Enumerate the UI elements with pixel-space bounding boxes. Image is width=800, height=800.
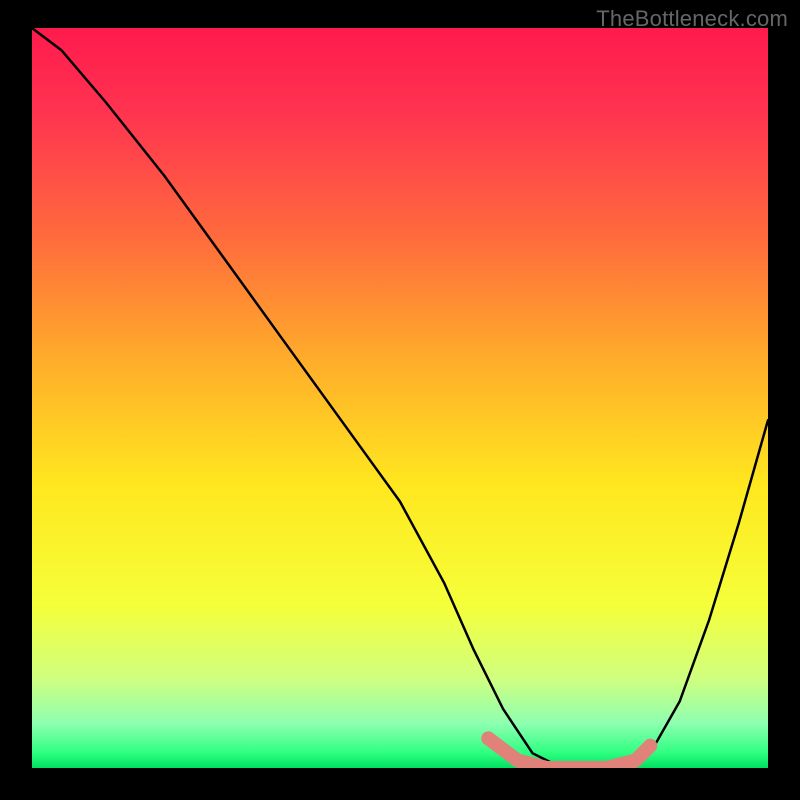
bottleneck-chart (32, 28, 768, 768)
highlight-dot-left (481, 731, 495, 745)
chart-container: TheBottleneck.com (0, 0, 800, 800)
plot-area (32, 28, 768, 768)
watermark-text: TheBottleneck.com (596, 6, 788, 32)
gradient-background (32, 28, 768, 768)
highlight-dot-right (643, 739, 657, 753)
